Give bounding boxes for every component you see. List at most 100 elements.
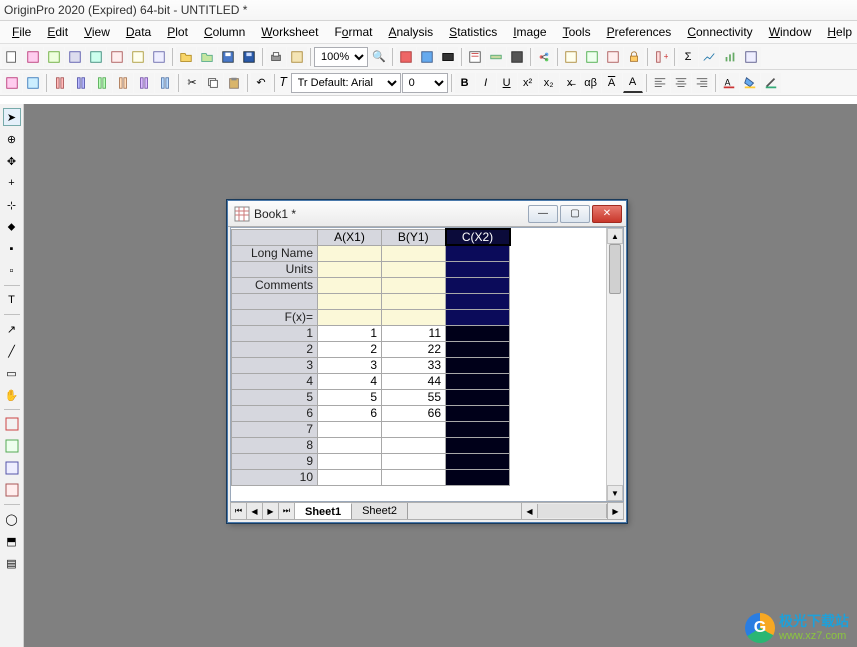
cell[interactable] — [318, 421, 382, 437]
arrow-tool-icon[interactable]: ↗ — [3, 320, 21, 338]
cell[interactable] — [446, 389, 510, 405]
subscript-button[interactable]: x₂ — [539, 73, 559, 93]
cell[interactable]: 2 — [318, 341, 382, 357]
menu-edit[interactable]: Edit — [39, 23, 76, 41]
open-icon[interactable] — [176, 47, 196, 67]
column-tool1-icon[interactable] — [50, 73, 70, 93]
sheet-tab-sheet2[interactable]: Sheet2 — [352, 503, 408, 519]
bold-button[interactable]: B — [455, 73, 475, 93]
cell[interactable]: 5 — [318, 389, 382, 405]
maximize-button[interactable]: ▢ — [560, 205, 590, 223]
col-header-c[interactable]: C(X2) — [446, 229, 510, 245]
row-header[interactable]: Comments — [232, 277, 318, 293]
circle-tool-icon[interactable]: ◯ — [3, 510, 21, 528]
row-header[interactable]: 7 — [232, 421, 318, 437]
align-left-icon[interactable] — [650, 73, 670, 93]
cell[interactable] — [446, 293, 510, 309]
row-header[interactable]: 1 — [232, 325, 318, 341]
cell[interactable]: 1 — [318, 325, 382, 341]
underline2-button[interactable]: A — [623, 73, 643, 93]
cell[interactable] — [446, 277, 510, 293]
new-notes-icon[interactable] — [128, 47, 148, 67]
row-header[interactable]: 2 — [232, 341, 318, 357]
col-header-b[interactable]: B(Y1) — [382, 229, 446, 245]
cell[interactable] — [446, 437, 510, 453]
minimize-button[interactable]: — — [528, 205, 558, 223]
chart-icon[interactable] — [699, 47, 719, 67]
open-template-icon[interactable] — [197, 47, 217, 67]
corner-cell[interactable] — [232, 229, 318, 245]
cell[interactable] — [318, 277, 382, 293]
tab-last-icon[interactable]: ⏭ — [279, 503, 295, 519]
cell[interactable]: 22 — [382, 341, 446, 357]
cell[interactable] — [446, 421, 510, 437]
menu-format[interactable]: Format — [326, 23, 380, 41]
cell[interactable] — [382, 293, 446, 309]
cell[interactable] — [382, 277, 446, 293]
zoom-tool-icon[interactable]: 🔍 — [369, 47, 389, 67]
save-template-icon[interactable] — [239, 47, 259, 67]
cell[interactable] — [382, 469, 446, 485]
new-excel-icon[interactable] — [86, 47, 106, 67]
lock-icon[interactable] — [624, 47, 644, 67]
new-function-icon[interactable] — [149, 47, 169, 67]
cell[interactable] — [446, 325, 510, 341]
tab-next-icon[interactable]: ▶ — [263, 503, 279, 519]
zoom-region-icon[interactable]: ⊕ — [3, 130, 21, 148]
scroll-down-icon[interactable]: ▼ — [607, 485, 623, 501]
column-tool2-icon[interactable] — [71, 73, 91, 93]
line-color-icon[interactable] — [761, 73, 781, 93]
menu-analysis[interactable]: Analysis — [380, 23, 441, 41]
add-column-icon[interactable]: + — [651, 47, 671, 67]
cell[interactable]: 6 — [318, 405, 382, 421]
cut-icon[interactable]: ✂ — [182, 73, 202, 93]
region-tool-icon[interactable]: ✋ — [3, 386, 21, 404]
overline-button[interactable]: A — [602, 73, 622, 93]
column-tool4-icon[interactable] — [113, 73, 133, 93]
menu-window[interactable]: Window — [761, 23, 820, 41]
line-tool-icon[interactable]: ╱ — [3, 342, 21, 360]
row-header[interactable]: 8 — [232, 437, 318, 453]
cell[interactable] — [446, 357, 510, 373]
pan-tool-icon[interactable]: ✥ — [3, 152, 21, 170]
align-center-icon[interactable] — [671, 73, 691, 93]
cell[interactable] — [446, 309, 510, 325]
hscroll-track[interactable] — [537, 504, 607, 518]
menu-file[interactable]: File — [4, 23, 39, 41]
mask-tool-icon[interactable]: ▪ — [3, 240, 21, 258]
tab-prev-icon[interactable]: ◀ — [247, 503, 263, 519]
sheet-tab-sheet1[interactable]: Sheet1 — [295, 503, 352, 519]
cell[interactable] — [382, 421, 446, 437]
cell[interactable] — [446, 469, 510, 485]
insert-graph-icon[interactable] — [3, 437, 21, 455]
cell[interactable] — [446, 373, 510, 389]
analyzer3-icon[interactable] — [603, 47, 623, 67]
cell[interactable] — [382, 309, 446, 325]
cell[interactable] — [318, 261, 382, 277]
underline-button[interactable]: U — [497, 73, 517, 93]
cell[interactable]: 4 — [318, 373, 382, 389]
cell[interactable]: 44 — [382, 373, 446, 389]
hscroll-left-icon[interactable]: ◀ — [521, 503, 537, 519]
menu-help[interactable]: Help — [819, 23, 857, 41]
menu-image[interactable]: Image — [505, 23, 554, 41]
cell[interactable] — [318, 293, 382, 309]
color-scale-icon[interactable]: ▤ — [3, 554, 21, 572]
row-header[interactable]: 4 — [232, 373, 318, 389]
slide-icon[interactable] — [465, 47, 485, 67]
italic-button[interactable]: I — [476, 73, 496, 93]
row-header[interactable]: 3 — [232, 357, 318, 373]
roi-tool-icon[interactable]: ⬒ — [3, 532, 21, 550]
transfer-icon[interactable] — [741, 47, 761, 67]
menu-view[interactable]: View — [76, 23, 118, 41]
row-header[interactable]: Units — [232, 261, 318, 277]
cell[interactable]: 55 — [382, 389, 446, 405]
code-icon[interactable] — [507, 47, 527, 67]
cell[interactable]: 33 — [382, 357, 446, 373]
rescale-icon[interactable] — [3, 415, 21, 433]
new-matrix-icon[interactable] — [65, 47, 85, 67]
horizontal-scrollbar[interactable]: ◀ ▶ — [408, 503, 623, 519]
tab-first-icon[interactable]: ⏮ — [231, 503, 247, 519]
new-project-icon[interactable] — [2, 47, 22, 67]
worksheet-tool2-icon[interactable] — [23, 73, 43, 93]
